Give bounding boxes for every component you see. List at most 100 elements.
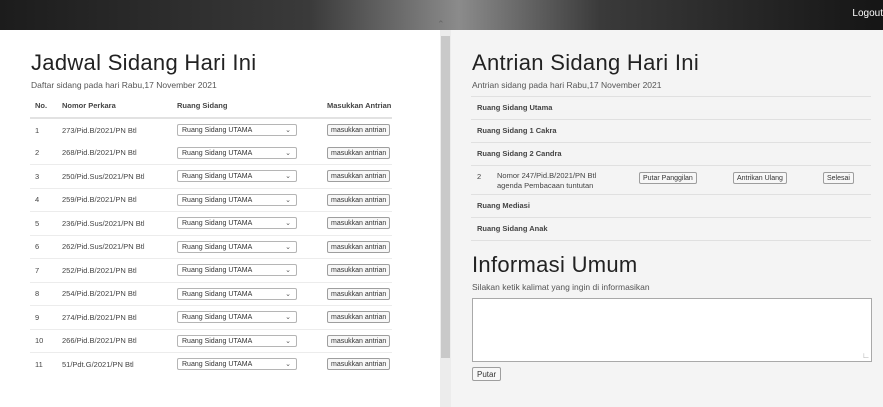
action-cell: masukkan antrian bbox=[322, 164, 392, 188]
room-select-value: Ruang Sidang UTAMA bbox=[182, 196, 253, 204]
masukkan-antrian-button[interactable]: masukkan antrian bbox=[327, 358, 391, 371]
room-cell: Ruang Sidang UTAMA ⌄ bbox=[172, 234, 322, 259]
row-number: 4 bbox=[30, 187, 57, 212]
masukkan-antrian-button[interactable]: masukkan antrian bbox=[327, 311, 391, 324]
case-number: 250/Pid.Sus/2021/PN Btl bbox=[57, 164, 172, 188]
chevron-down-icon: ⌄ bbox=[285, 361, 291, 369]
masukkan-antrian-button[interactable]: masukkan antrian bbox=[327, 193, 391, 206]
case-number: 51/Pdt.G/2021/PN Btl bbox=[57, 352, 172, 376]
room-select[interactable]: Ruang Sidang UTAMA ⌄ bbox=[177, 193, 297, 206]
putar-button[interactable]: Putar bbox=[472, 367, 502, 381]
room-cell: Ruang Sidang UTAMA ⌄ bbox=[172, 352, 322, 376]
chevron-down-icon: ⌄ bbox=[285, 314, 291, 322]
putar-panggilan-button[interactable]: Putar Panggilan bbox=[639, 172, 697, 184]
action-cell: masukkan antrian bbox=[322, 211, 392, 235]
queue-list: Ruang Sidang Utama Ruang Sidang 1 Cakra … bbox=[471, 96, 871, 241]
schedule-panel: Jadwal Sidang Hari Ini Daftar sidang pad… bbox=[0, 30, 440, 407]
caret-up-icon: ⌃ bbox=[437, 19, 445, 29]
room-select-value: Ruang Sidang UTAMA bbox=[182, 220, 253, 228]
row-number: 5 bbox=[30, 211, 57, 235]
room-select[interactable]: Ruang Sidang UTAMA ⌄ bbox=[177, 124, 297, 137]
row-number: 9 bbox=[30, 305, 57, 329]
row-number: 3 bbox=[30, 164, 57, 188]
logout-link[interactable]: Logout bbox=[852, 8, 883, 19]
case-number: 262/Pid.Sus/2021/PN Btl bbox=[57, 234, 172, 259]
masukkan-antrian-button[interactable]: masukkan antrian bbox=[327, 334, 391, 347]
antrikan-ulang-button[interactable]: Antrikan Ulang bbox=[733, 172, 787, 184]
masukkan-antrian-button[interactable]: masukkan antrian bbox=[327, 146, 391, 159]
table-row: 7 252/Pid.B/2021/PN Btl Ruang Sidang UTAMA… bbox=[30, 258, 392, 282]
room-cell: Ruang Sidang UTAMA ⌄ bbox=[172, 305, 322, 329]
queue-item: 2 Nomor 247/Pid.B/2021/PN Btl agenda Pem… bbox=[471, 165, 871, 194]
case-number: 236/Pid.Sus/2021/PN Btl bbox=[57, 211, 172, 235]
room-select-value: Ruang Sidang UTAMA bbox=[182, 173, 253, 181]
info-textarea[interactable]: ∟ bbox=[472, 298, 872, 362]
action-cell: masukkan antrian bbox=[322, 258, 392, 282]
table-row: 8 254/Pid.B/2021/PN Btl Ruang Sidang UTAMA… bbox=[30, 281, 392, 306]
queue-title: Antrian Sidang Hari Ini bbox=[472, 50, 700, 75]
room-select[interactable]: Ruang Sidang UTAMA ⌄ bbox=[177, 170, 297, 183]
case-number: 268/Pid.B/2021/PN Btl bbox=[62, 148, 137, 158]
chevron-down-icon: ⌄ bbox=[285, 290, 291, 298]
row-number: 11 bbox=[30, 352, 57, 376]
action-cell: masukkan antrian bbox=[322, 142, 392, 165]
room-cell: Ruang Sidang UTAMA ⌄ bbox=[172, 258, 322, 282]
room-cell: Ruang Sidang UTAMA ⌄ bbox=[172, 187, 322, 212]
room-cell: Ruang Sidang UTAMA ⌄ bbox=[172, 211, 322, 235]
room-select-value: Ruang Sidang UTAMA bbox=[182, 337, 253, 345]
queue-item-agenda: agenda Pembacaan tuntutan bbox=[497, 181, 594, 190]
room-select-value: Ruang Sidang UTAMA bbox=[182, 267, 253, 275]
room-select[interactable]: Ruang Sidang UTAMA ⌄ bbox=[177, 334, 297, 347]
resize-grip-icon[interactable]: ∟ bbox=[862, 351, 870, 360]
room-select[interactable]: Ruang Sidang UTAMA ⌄ bbox=[177, 287, 297, 300]
chevron-down-icon: ⌄ bbox=[285, 337, 291, 345]
masukkan-antrian-button[interactable]: masukkan antrian bbox=[327, 240, 391, 253]
table-row: 10 266/Pid.B/2021/PN Btl Ruang Sidang UTAM… bbox=[30, 328, 392, 353]
table-row: 4 259/Pid.B/2021/PN Btl Ruang Sidang UTAMA… bbox=[30, 187, 392, 212]
room-header-utama: Ruang Sidang Utama bbox=[471, 96, 871, 119]
action-cell: masukkan antrian bbox=[322, 352, 392, 376]
room-select-value: Ruang Sidang UTAMA bbox=[182, 149, 253, 157]
masukkan-antrian-button[interactable]: masukkan antrian bbox=[327, 287, 391, 300]
queue-item-case: Nomor 247/Pid.B/2021/PN Btl bbox=[497, 171, 597, 180]
chevron-down-icon: ⌄ bbox=[285, 196, 291, 204]
masukkan-antrian-button[interactable]: masukkan antrian bbox=[327, 170, 391, 183]
schedule-title: Jadwal Sidang Hari Ini bbox=[31, 50, 257, 75]
table-row: 6 262/Pid.Sus/2021/PN Btl Ruang Sidang UTA… bbox=[30, 234, 392, 259]
info-subtitle: Silakan ketik kalimat yang ingin di info… bbox=[472, 282, 650, 292]
queue-item-number: 2 bbox=[477, 172, 482, 181]
room-select-value: Ruang Sidang UTAMA bbox=[182, 290, 253, 298]
room-select[interactable]: Ruang Sidang UTAMA ⌄ bbox=[177, 358, 297, 371]
room-header-anak: Ruang Sidang Anak bbox=[471, 217, 871, 241]
column-header-ruang: Ruang Sidang bbox=[172, 93, 322, 119]
action-cell: masukkan antrian bbox=[322, 234, 392, 259]
room-select[interactable]: Ruang Sidang UTAMA ⌄ bbox=[177, 240, 297, 253]
case-number: 266/Pid.B/2021/PN Btl bbox=[57, 328, 172, 353]
row-number: 2 bbox=[35, 148, 40, 158]
room-select[interactable]: Ruang Sidang UTAMA ⌄ bbox=[177, 146, 297, 159]
action-cell: masukkan antrian bbox=[322, 281, 392, 306]
chevron-down-icon: ⌄ bbox=[285, 173, 291, 181]
table-row: 5 236/Pid.Sus/2021/PN Btl Ruang Sidang UTA… bbox=[30, 211, 392, 235]
room-select[interactable]: Ruang Sidang UTAMA ⌄ bbox=[177, 217, 297, 230]
room-select[interactable]: Ruang Sidang UTAMA ⌄ bbox=[177, 311, 297, 324]
masukkan-antrian-button[interactable]: masukkan antrian bbox=[327, 124, 391, 137]
row-number: 7 bbox=[30, 258, 57, 282]
table-row: 3 250/Pid.Sus/2021/PN Btl Ruang Sidang UTA… bbox=[30, 164, 392, 188]
masukkan-antrian-button[interactable]: masukkan antrian bbox=[327, 217, 391, 230]
queue-subtitle: Antrian sidang pada hari Rabu,17 Novembe… bbox=[472, 80, 662, 90]
room-cell: Ruang Sidang UTAMA ⌄ bbox=[172, 164, 322, 188]
room-select-value: Ruang Sidang UTAMA bbox=[182, 127, 253, 135]
masukkan-antrian-button[interactable]: masukkan antrian bbox=[327, 264, 391, 277]
scrollbar-thumb[interactable] bbox=[441, 36, 450, 358]
action-cell: masukkan antrian bbox=[322, 305, 392, 329]
column-header-perkara: Nomor Perkara bbox=[57, 93, 172, 119]
table-row: 2 268/Pid.B/2021/PN Btl Ruang Sidang UTAMA… bbox=[30, 142, 392, 165]
case-number: 252/Pid.B/2021/PN Btl bbox=[57, 258, 172, 282]
table-row: 11 51/Pdt.G/2021/PN Btl Ruang Sidang UTAMA… bbox=[30, 352, 392, 376]
selesai-button[interactable]: Selesai bbox=[823, 172, 854, 184]
action-cell: masukkan antrian bbox=[322, 187, 392, 212]
room-select[interactable]: Ruang Sidang UTAMA ⌄ bbox=[177, 264, 297, 277]
info-title: Informasi Umum bbox=[472, 252, 638, 277]
schedule-table: No. Nomor Perkara Ruang Sidang Masukkan … bbox=[30, 93, 392, 376]
